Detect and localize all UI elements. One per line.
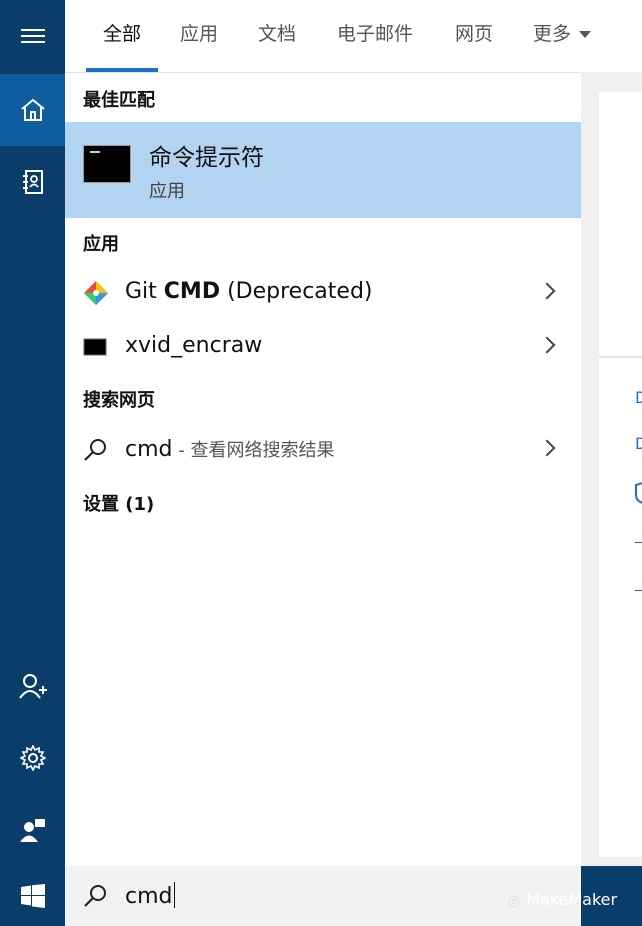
- label-prefix: xvid_encraw: [125, 333, 263, 358]
- person-add-icon: [18, 674, 47, 699]
- preview-action[interactable]: _: [635, 572, 642, 591]
- shield-icon: [635, 482, 642, 504]
- search-input[interactable]: cmd: [125, 882, 175, 909]
- web-result-label: cmd - 查看网络搜索结果: [125, 436, 334, 462]
- console-app-icon: [83, 338, 107, 356]
- active-tab-indicator: [86, 68, 159, 72]
- menu-button[interactable]: [0, 0, 65, 72]
- tab-apps[interactable]: 应用: [180, 0, 218, 72]
- settings-icon: [19, 745, 46, 771]
- best-match-title: 命令提示符: [149, 145, 264, 171]
- section-search-web: 搜索网页: [83, 390, 155, 411]
- tab-label: 网页: [455, 23, 494, 45]
- web-search-result[interactable]: cmd - 查看网络搜索结果: [65, 424, 581, 476]
- tab-label: 全部: [103, 23, 142, 45]
- text-cursor: [173, 882, 175, 908]
- filter-tabs: 全部 应用 文档 电子邮件 网页 更多: [65, 0, 642, 73]
- windows-logo-icon: [20, 884, 45, 908]
- best-match-item[interactable]: 命令提示符 应用: [65, 122, 581, 218]
- feedback-icon: [19, 819, 45, 842]
- search-box[interactable]: cmd: [65, 866, 581, 926]
- home-button[interactable]: [0, 74, 65, 146]
- hamburger-icon: [20, 29, 45, 43]
- tab-all[interactable]: 全部: [86, 0, 159, 72]
- app-result-xvid[interactable]: xvid_encraw: [65, 321, 581, 373]
- divider: [599, 356, 642, 358]
- settings-button[interactable]: [0, 722, 65, 794]
- account-button[interactable]: [0, 650, 65, 722]
- search-icon: [84, 439, 106, 461]
- preview-action[interactable]: _: [635, 524, 642, 543]
- tab-label: 应用: [180, 23, 219, 45]
- search-icon: [84, 885, 106, 907]
- wechat-icon: ◎: [508, 893, 521, 909]
- chevron-down-icon: [579, 31, 592, 38]
- preview-card: [599, 92, 642, 857]
- notebook-icon: [22, 170, 43, 194]
- watermark-text: MakeMaker: [526, 890, 618, 909]
- tab-documents[interactable]: 文档: [258, 0, 296, 72]
- best-match-subtitle: 应用: [149, 181, 185, 202]
- chevron-right-icon[interactable]: [538, 282, 556, 300]
- label-match: CMD: [163, 279, 221, 304]
- watermark: ◎ MakeMaker: [508, 890, 617, 909]
- app-result-label: Git CMD (Deprecated): [125, 279, 373, 304]
- preview-action[interactable]: D: [635, 434, 642, 453]
- notebook-button[interactable]: [0, 146, 65, 218]
- tab-email[interactable]: 电子邮件: [337, 0, 413, 72]
- home-icon: [20, 98, 45, 121]
- app-result-label: xvid_encraw: [125, 333, 262, 358]
- start-button[interactable]: [0, 866, 65, 926]
- section-best-match: 最佳匹配: [83, 90, 155, 111]
- label-suffix: (Deprecated): [220, 279, 373, 304]
- preview-action[interactable]: D: [635, 388, 642, 407]
- feedback-button[interactable]: [0, 794, 65, 866]
- web-query: cmd: [125, 437, 173, 462]
- search-value: cmd: [125, 884, 173, 909]
- app-result-git-cmd[interactable]: Git CMD (Deprecated): [65, 267, 581, 319]
- results-panel: 全部 应用 文档 电子邮件 网页 更多 最佳匹配 命令提示符 应用 应用 Git…: [65, 0, 642, 866]
- tab-label: 电子邮件: [337, 23, 414, 45]
- chevron-right-icon[interactable]: [538, 439, 556, 457]
- chevron-right-icon[interactable]: [538, 336, 556, 354]
- git-icon: [84, 281, 108, 305]
- section-settings[interactable]: 设置 (1): [83, 490, 154, 516]
- tab-web[interactable]: 网页: [455, 0, 493, 72]
- command-prompt-icon: [83, 145, 131, 183]
- preview-pane: D D _ _: [581, 72, 642, 866]
- tab-label: 更多: [533, 23, 572, 45]
- label-prefix: Git: [125, 279, 164, 304]
- section-apps: 应用: [83, 234, 119, 255]
- web-hint: - 查看网络搜索结果: [172, 440, 335, 461]
- tab-label: 文档: [258, 23, 297, 45]
- tab-more[interactable]: 更多: [533, 0, 592, 72]
- left-rail: [0, 0, 65, 866]
